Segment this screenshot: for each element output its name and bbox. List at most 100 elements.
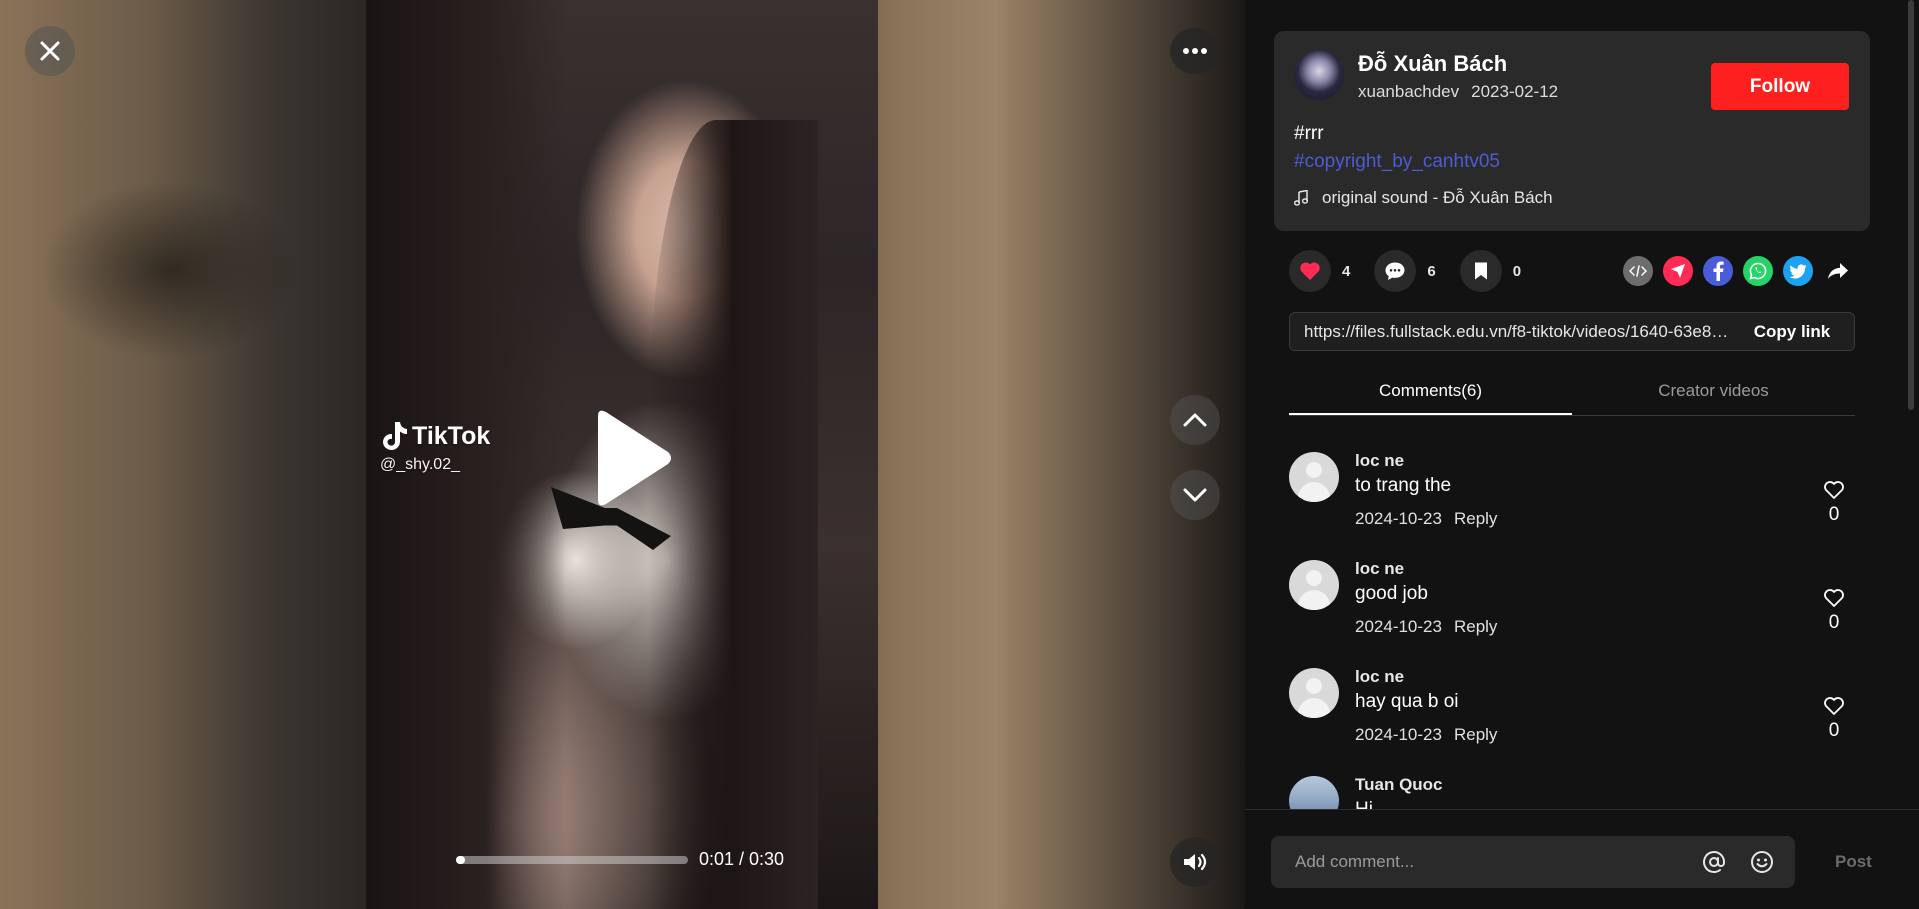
- caption-hashtag[interactable]: #rrr: [1294, 123, 1324, 145]
- like-action[interactable]: 4: [1289, 250, 1350, 292]
- share-row: [1623, 256, 1853, 286]
- play-icon[interactable]: [590, 408, 675, 508]
- comment-meta: 2024-10-23 Reply: [1355, 509, 1497, 529]
- commenter-name[interactable]: Tuan Quoc: [1355, 775, 1443, 795]
- whatsapp-share-button[interactable]: [1743, 256, 1773, 286]
- comment-like[interactable]: 0: [1819, 696, 1849, 742]
- commenter-name[interactable]: loc ne: [1355, 451, 1404, 471]
- commenter-avatar-body: [1298, 590, 1330, 610]
- video-frame-shade: [648, 120, 818, 909]
- commenter-avatar-head: [1306, 462, 1322, 478]
- comment-date: 2024-10-23: [1355, 617, 1442, 636]
- comment-date: 2024-10-23: [1355, 509, 1442, 528]
- commenter-avatar-head: [1306, 570, 1322, 586]
- tab-comments[interactable]: Comments(6): [1289, 370, 1572, 415]
- video-progress-bar[interactable]: [456, 856, 688, 864]
- chevron-down-icon: [1183, 488, 1207, 502]
- comment-like[interactable]: 0: [1819, 480, 1849, 526]
- twitter-icon: [1789, 263, 1807, 279]
- facebook-share-button[interactable]: [1703, 256, 1733, 286]
- watermark-handle: @_shy.02_: [380, 456, 460, 473]
- chevron-up-icon: [1183, 413, 1207, 427]
- reply-button[interactable]: Reply: [1454, 509, 1497, 529]
- at-sign-icon: [1703, 851, 1725, 873]
- comment-like-count: 0: [1828, 720, 1840, 741]
- comment-item: Tuan Quoc Hi: [1289, 764, 1855, 810]
- comment-like-count: 0: [1828, 612, 1840, 633]
- commenter-avatar-head: [1306, 678, 1322, 694]
- save-button-circle: [1459, 250, 1502, 292]
- like-button-circle: [1289, 250, 1331, 292]
- author-meta: xuanbachdev 2023-02-12: [1358, 82, 1558, 102]
- more-share-button[interactable]: [1823, 256, 1853, 286]
- embed-share-button[interactable]: [1623, 256, 1653, 286]
- sound-name: original sound - Đỗ Xuân Bách: [1322, 188, 1553, 207]
- comment-text: to trang the: [1355, 475, 1452, 496]
- commenter-avatar[interactable]: [1289, 776, 1339, 810]
- bookmark-icon: [1474, 262, 1487, 280]
- twitter-share-button[interactable]: [1783, 256, 1813, 286]
- emoji-icon: [1751, 851, 1773, 873]
- video-area[interactable]: TikTok @_shy.02_ 0:01 / 0:30: [0, 0, 1245, 909]
- commenter-avatar-body: [1298, 698, 1330, 718]
- like-count: 4: [1342, 262, 1351, 280]
- comment-item: loc ne hay qua b oi 2024-10-23 Reply 0: [1289, 656, 1855, 764]
- close-button[interactable]: [25, 26, 75, 76]
- share-link-url[interactable]: https://files.fullstack.edu.vn/f8-tiktok…: [1290, 322, 1730, 342]
- more-options-button[interactable]: [1170, 28, 1220, 74]
- caption-hashtag-link[interactable]: #copyright_by_canhtv05: [1294, 151, 1500, 173]
- commenter-name[interactable]: loc ne: [1355, 667, 1404, 687]
- comment-count: 6: [1427, 262, 1436, 280]
- reply-button[interactable]: Reply: [1454, 725, 1497, 745]
- author-username[interactable]: xuanbachdev: [1358, 82, 1459, 102]
- comment-button-circle: [1374, 250, 1417, 292]
- emoji-button[interactable]: [1747, 847, 1777, 877]
- author-name[interactable]: Đỗ Xuân Bách: [1358, 51, 1507, 77]
- save-count: 0: [1512, 262, 1522, 280]
- comment-meta: 2024-10-23 Reply: [1355, 617, 1497, 637]
- more-icon: [1183, 48, 1207, 54]
- mention-button[interactable]: [1699, 847, 1729, 877]
- tab-creator-videos[interactable]: Creator videos: [1572, 370, 1855, 415]
- previous-video-button[interactable]: [1170, 395, 1220, 445]
- comment-icon: [1385, 262, 1405, 280]
- follow-button[interactable]: Follow: [1711, 63, 1849, 110]
- comment-action[interactable]: 6: [1374, 250, 1436, 292]
- commenter-avatar[interactable]: [1289, 668, 1339, 718]
- tiktok-logo-icon: [383, 422, 407, 450]
- comment-like-count: 0: [1828, 504, 1840, 525]
- comment-item: loc ne good job 2024-10-23 Reply 0: [1289, 548, 1855, 656]
- video-detail-page: TikTok @_shy.02_ 0:01 / 0:30 Đỗ Xuân Bác…: [0, 0, 1919, 909]
- save-action[interactable]: 0: [1459, 250, 1522, 292]
- commenter-avatar[interactable]: [1289, 560, 1339, 610]
- video-info-card: Đỗ Xuân Bách xuanbachdev 2023-02-12 Foll…: [1274, 31, 1870, 231]
- share-arrow-icon: [1828, 263, 1848, 279]
- comment-text: hay qua b oi: [1355, 691, 1459, 712]
- details-panel: Đỗ Xuân Bách xuanbachdev 2023-02-12 Foll…: [1245, 0, 1919, 909]
- heart-outline-icon: [1824, 589, 1844, 607]
- next-video-button[interactable]: [1170, 470, 1220, 520]
- comment-input[interactable]: [1271, 852, 1699, 872]
- sound-info[interactable]: original sound - Đỗ Xuân Bách: [1294, 188, 1553, 208]
- share-link-box: https://files.fullstack.edu.vn/f8-tiktok…: [1289, 312, 1855, 351]
- panel-scrollbar[interactable]: [1908, 0, 1914, 410]
- video-progress-fill: [456, 856, 466, 864]
- tiktok-watermark: TikTok @_shy.02_: [380, 420, 490, 474]
- author-avatar[interactable]: [1294, 50, 1344, 100]
- heart-outline-icon: [1824, 481, 1844, 499]
- send-share-button[interactable]: [1663, 256, 1693, 286]
- volume-button[interactable]: [1170, 837, 1220, 887]
- action-bar: 4 6 0: [1289, 249, 1545, 293]
- comment-input-container: [1271, 836, 1795, 888]
- comment-text: good job: [1355, 583, 1428, 604]
- commenter-name[interactable]: loc ne: [1355, 559, 1404, 579]
- post-button[interactable]: Post: [1835, 852, 1872, 872]
- commenter-avatar-body: [1298, 482, 1330, 502]
- comment-like[interactable]: 0: [1819, 588, 1849, 634]
- music-note-icon: [1294, 190, 1308, 206]
- copy-link-button[interactable]: Copy link: [1730, 322, 1854, 342]
- facebook-icon: [1713, 261, 1724, 281]
- heart-outline-icon: [1824, 697, 1844, 715]
- commenter-avatar[interactable]: [1289, 452, 1339, 502]
- reply-button[interactable]: Reply: [1454, 617, 1497, 637]
